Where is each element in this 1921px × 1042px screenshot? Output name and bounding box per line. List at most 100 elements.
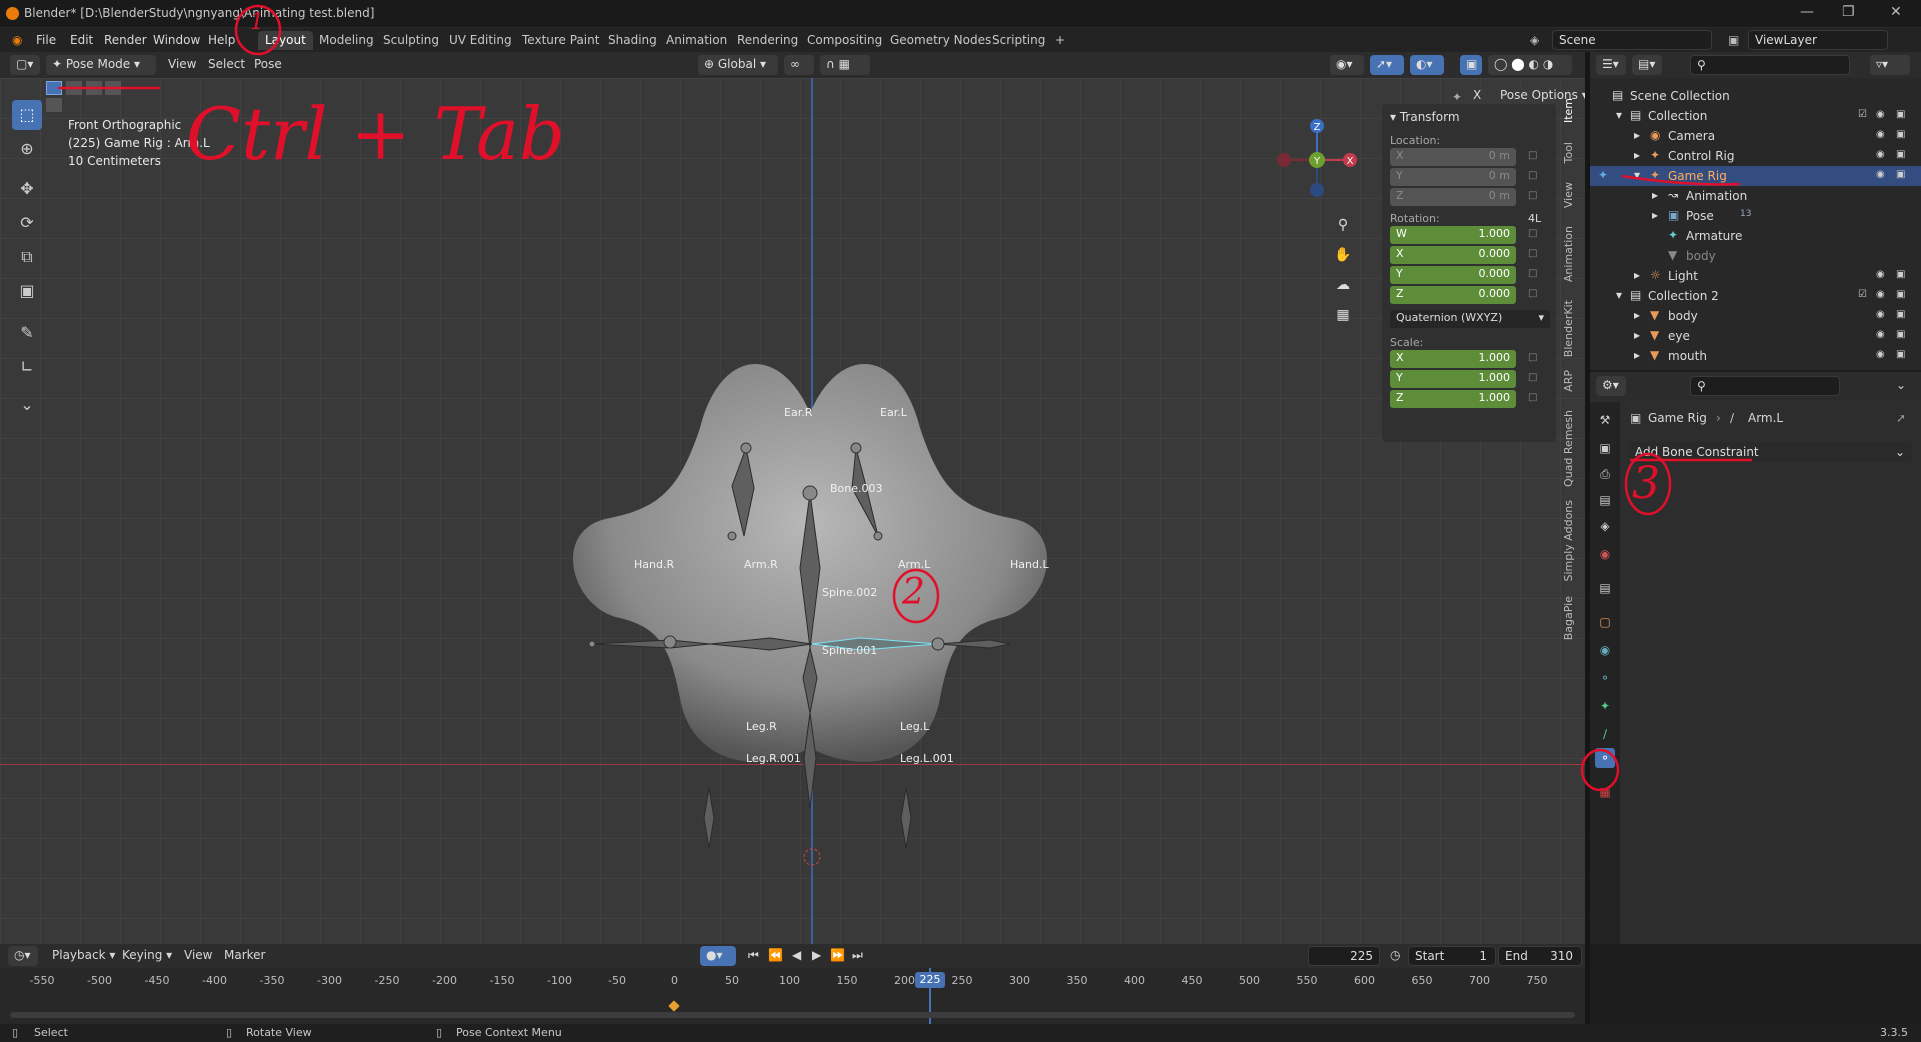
expand-icon[interactable]: ▾ xyxy=(1616,288,1622,302)
mirror-x-icon[interactable]: X xyxy=(1470,86,1486,106)
timeline-menu-playback[interactable]: Playback ▾ xyxy=(52,948,115,962)
scene-selector[interactable]: Scene xyxy=(1552,30,1712,50)
rotation-mode-dropdown[interactable]: Quaternion (WXYZ) ▾ xyxy=(1390,310,1550,328)
select-extend-icon[interactable] xyxy=(65,81,82,95)
pivot-icon[interactable]: ∞ xyxy=(784,55,814,75)
checkbox-icon[interactable]: ☑ xyxy=(1858,289,1867,300)
location-x-field[interactable]: X0 m xyxy=(1390,148,1516,166)
menu-render[interactable]: Render xyxy=(104,33,147,47)
render-tab-icon[interactable]: ▣ xyxy=(1595,438,1615,458)
outliner-row-eye[interactable]: ▸ ▼ eye ◉ ▣ xyxy=(1590,326,1921,346)
lock-icon[interactable]: □ xyxy=(1528,228,1537,239)
camera-render-icon[interactable]: ▣ xyxy=(1896,329,1905,340)
camera-render-icon[interactable]: ▣ xyxy=(1896,309,1905,320)
tab-bagapie[interactable]: BagaPie xyxy=(1562,596,1575,640)
view-layer-selector[interactable]: ViewLayer xyxy=(1748,30,1888,50)
tab-arp[interactable]: ARP xyxy=(1562,370,1575,392)
select-intersect-icon[interactable] xyxy=(46,98,62,112)
tab-layout[interactable]: Layout xyxy=(258,31,313,50)
view-layer-tab-icon[interactable]: ▤ xyxy=(1595,490,1615,510)
tab-geometry-nodes[interactable]: Geometry Nodes xyxy=(883,31,998,50)
select-box-tool-icon[interactable]: ⬚ xyxy=(12,100,42,130)
move-tool-icon[interactable]: ✥ xyxy=(12,174,42,204)
armature-data-tab-icon[interactable]: ✦ xyxy=(1595,696,1615,716)
lock-icon[interactable]: □ xyxy=(1528,150,1537,161)
scale-tool-icon[interactable]: ⧉ xyxy=(12,242,42,272)
properties-editor-type-icon[interactable]: ⚙▾ xyxy=(1596,376,1626,396)
gizmo-toggle-icon[interactable]: ➚▾ xyxy=(1370,55,1404,75)
bone-tab-icon[interactable]: ∕ xyxy=(1595,724,1615,744)
playhead-frame-badge[interactable]: 225 xyxy=(915,972,945,988)
timeline-scrollbar[interactable] xyxy=(10,1012,1575,1018)
tab-compositing[interactable]: Compositing xyxy=(800,31,889,50)
jump-next-key-icon[interactable]: ⏩ xyxy=(830,948,845,962)
outliner-editor-type-icon[interactable]: ☰▾ xyxy=(1596,55,1626,75)
navigation-gizmo[interactable]: Z X Y xyxy=(1272,118,1362,208)
rendered-shading-icon[interactable]: ◑ xyxy=(1543,57,1553,71)
rotation-4l-toggle[interactable]: 4L xyxy=(1528,212,1541,225)
eye-icon[interactable]: ◉ xyxy=(1876,149,1885,160)
outliner-row-body[interactable]: ▸ ▼ body ◉ ▣ xyxy=(1590,306,1921,326)
camera-render-icon[interactable]: ▣ xyxy=(1896,109,1905,120)
filter-icon[interactable]: ▿▾ xyxy=(1870,55,1910,75)
tool-tab-icon[interactable]: ⚒ xyxy=(1595,410,1615,430)
menu-window[interactable]: Window xyxy=(153,33,200,47)
outliner-row-mouth[interactable]: ▸ ▼ mouth ◉ ▣ xyxy=(1590,346,1921,366)
lock-icon[interactable]: □ xyxy=(1528,190,1537,201)
expand-icon[interactable]: ▸ xyxy=(1634,308,1640,322)
viewport-menu-select[interactable]: Select xyxy=(208,57,245,71)
measure-tool-icon[interactable]: ∟ xyxy=(12,352,42,382)
output-tab-icon[interactable]: ⎙ xyxy=(1595,464,1615,484)
wireframe-shading-icon[interactable]: ◯ xyxy=(1494,57,1507,71)
record-icon[interactable]: ●▾ xyxy=(700,946,736,966)
jump-start-icon[interactable]: ⏮ xyxy=(748,948,759,963)
outliner-row-pose[interactable]: ▸ ▣ Pose 13 xyxy=(1590,206,1921,226)
transform-panel-title[interactable]: ▾ Transform xyxy=(1390,110,1460,124)
camera-render-icon[interactable]: ▣ xyxy=(1896,269,1905,280)
zoom-icon[interactable]: ⚲ xyxy=(1330,212,1356,238)
timeline-editor-type-icon[interactable]: ◷▾ xyxy=(8,946,38,966)
timeline-area[interactable]: -550 -500 -450 -400 -350 -300 -250 -200 -150 -100… xyxy=(0,968,1585,1024)
cursor-tool-icon[interactable]: ⊕ xyxy=(12,134,42,164)
eye-icon[interactable]: ◉ xyxy=(1876,109,1885,120)
lock-icon[interactable]: □ xyxy=(1528,352,1537,363)
minimize-icon[interactable]: — xyxy=(1800,4,1814,20)
outliner-search-input[interactable]: ⚲ xyxy=(1690,55,1850,75)
expand-icon[interactable]: ▸ xyxy=(1634,348,1640,362)
properties-search-input[interactable]: ⚲ xyxy=(1690,376,1840,396)
tab-item[interactable]: Item xyxy=(1562,98,1575,123)
outliner-row-control-rig[interactable]: ▸ ✦ Control Rig ◉ ▣ xyxy=(1590,146,1921,166)
pin-icon[interactable]: ➚ xyxy=(1896,411,1906,425)
rotation-y-field[interactable]: Y 0.000 xyxy=(1390,266,1516,284)
material-shading-icon[interactable]: ◐ xyxy=(1529,57,1539,71)
tab-modeling[interactable]: Modeling xyxy=(312,31,381,50)
jump-end-icon[interactable]: ⏭ xyxy=(852,948,863,963)
overlay-toggle-icon[interactable]: ◐▾ xyxy=(1410,55,1444,75)
3d-viewport[interactable]: ⬚ ⊕ ✥ ⟳ ⧉ ▣ ✎ ∟ ⌄ Front Orthographic (22… xyxy=(0,78,1585,944)
camera-render-icon[interactable]: ▣ xyxy=(1896,149,1905,160)
expand-icon[interactable]: ▸ xyxy=(1652,208,1658,222)
expand-icon[interactable]: ▸ xyxy=(1634,328,1640,342)
rotate-tool-icon[interactable]: ⟳ xyxy=(12,208,42,238)
selection-mode-buttons[interactable] xyxy=(46,81,136,112)
rotation-x-field[interactable]: X 0.000 xyxy=(1390,246,1516,264)
select-invert-icon[interactable] xyxy=(105,81,122,95)
keyframe-diamond[interactable] xyxy=(668,1000,680,1012)
annotate-tool-icon[interactable]: ✎ xyxy=(12,318,42,348)
camera-render-icon[interactable]: ▣ xyxy=(1896,349,1905,360)
close-icon[interactable]: ✕ xyxy=(1890,4,1902,20)
shading-modes[interactable]: ◯ ⬤ ◐ ◑ xyxy=(1488,55,1572,75)
select-subtract-icon[interactable] xyxy=(85,81,102,95)
outliner-row-camera[interactable]: ▸ ◉ Camera ◉ ▣ xyxy=(1590,126,1921,146)
tab-animation[interactable]: Animation xyxy=(659,31,734,50)
eye-icon[interactable]: ◉ xyxy=(1876,269,1885,280)
tab-quad-remesh[interactable]: Quad Remesh xyxy=(1562,410,1575,487)
tab-blenderkit[interactable]: BlenderKit xyxy=(1562,300,1575,357)
viewport-menu-pose[interactable]: Pose xyxy=(254,57,282,71)
camera-render-icon[interactable]: ▣ xyxy=(1896,129,1905,140)
maximize-icon[interactable]: ❐ xyxy=(1842,4,1855,20)
visibility-icon[interactable]: ◉▾ xyxy=(1330,55,1364,75)
camera-render-icon[interactable]: ▣ xyxy=(1896,169,1905,180)
outliner-row-body-child[interactable]: ▼ body xyxy=(1590,246,1921,266)
expand-icon[interactable]: ▾ xyxy=(1634,168,1640,182)
